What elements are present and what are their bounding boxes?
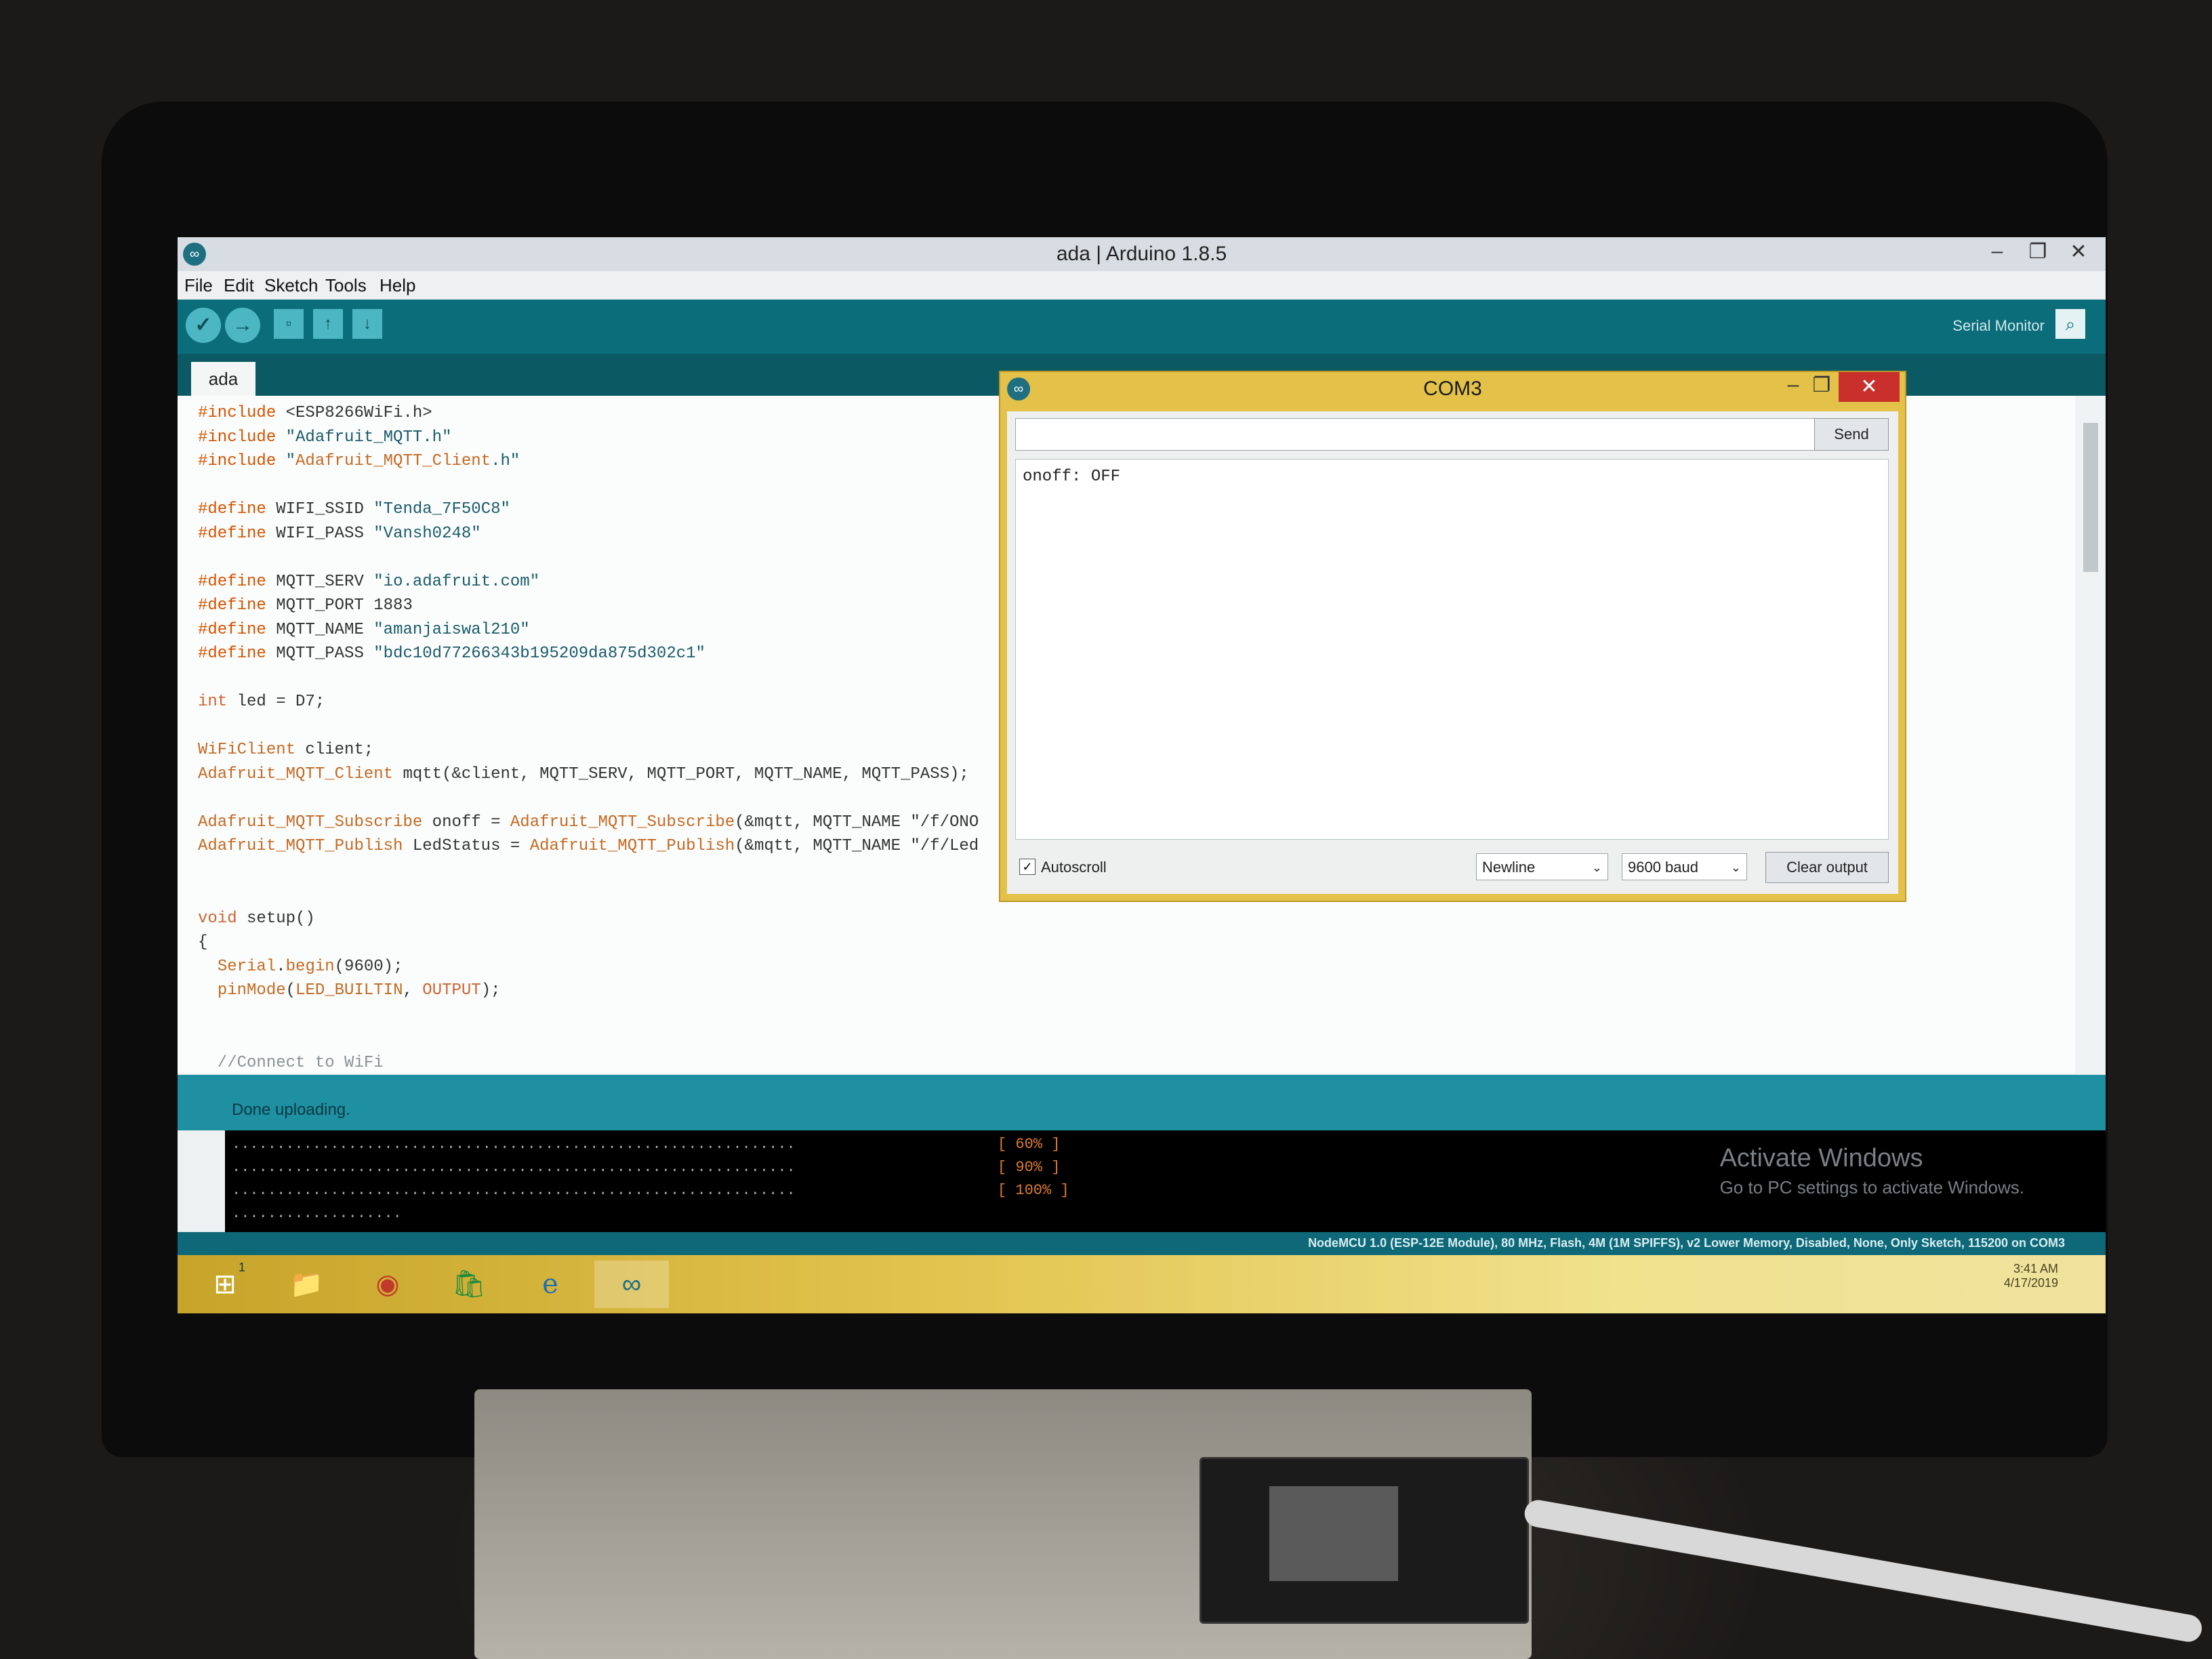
code-line: #define WIFI_SSID "Tenda_7F50C8"	[198, 500, 510, 518]
activate-title: Activate Windows	[1719, 1144, 1923, 1172]
esp-chip	[1269, 1486, 1398, 1581]
minimize-button[interactable]: –	[1977, 240, 2018, 263]
code-text[interactable]: #include <ESP8266WiFi.h> #include "Adafru…	[198, 401, 979, 1099]
code-line: Serial.begin(9600);	[217, 957, 403, 976]
code-line: #include "Adafruit_MQTT_Client.h"	[198, 452, 520, 470]
code-line: void setup()	[198, 909, 315, 928]
baud-rate-value: 9600 baud	[1628, 859, 1698, 876]
code-line: #define MQTT_PORT 1883	[198, 596, 413, 615]
tab-ada[interactable]: ada	[191, 362, 255, 396]
serial-output-text: onoff: OFF	[1023, 468, 1121, 486]
serial-output[interactable]: onoff: OFF	[1015, 459, 1889, 840]
editor-scrollbar[interactable]	[2075, 396, 2106, 1073]
menu-sketch[interactable]: Sketch	[264, 275, 319, 296]
console-progress: [ 90% ]	[998, 1159, 1061, 1176]
console-progress: [ 100% ]	[998, 1182, 1069, 1199]
serial-monitor-body: Send onoff: OFF ✓ Autoscroll Newline ⌄ 9…	[1007, 411, 1898, 894]
upload-icon[interactable]: →	[225, 308, 260, 343]
activate-windows-watermark: Activate Windows Go to PC settings to ac…	[1720, 1144, 2024, 1198]
serial-input[interactable]	[1015, 418, 1824, 451]
serial-monitor-title: COM3	[1423, 377, 1482, 400]
autoscroll-label: Autoscroll	[1041, 859, 1107, 876]
serial-monitor-label: Serial Monitor	[1952, 317, 2045, 334]
chrome-icon[interactable]: ◉	[350, 1261, 425, 1308]
board-info: NodeMCU 1.0 (ESP-12E Module), 80 MHz, Fl…	[1308, 1236, 2065, 1250]
clear-output-button[interactable]: Clear output	[1765, 852, 1889, 883]
serial-monitor-window: ∞ COM3 – ❐ ✕ Send onoff: OFF ✓ Autoscrol…	[999, 371, 1906, 902]
code-line: #define MQTT_NAME "amanjaiswal210"	[198, 620, 530, 639]
console-output: ........................................…	[225, 1130, 2106, 1232]
code-line: Adafruit_MQTT_Client mqtt(&client, MQTT_…	[198, 764, 969, 783]
menu-help[interactable]: Help	[380, 275, 415, 296]
console-dots: ........................................…	[232, 1136, 796, 1153]
code-line: #define MQTT_PASS "bdc10d77266343b195209…	[198, 644, 705, 663]
file-explorer-icon[interactable]: 📁	[269, 1261, 344, 1308]
system-clock[interactable]: 3:41 AM 4/17/2019	[2004, 1262, 2058, 1290]
activate-subtitle: Go to PC settings to activate Windows.	[1719, 1177, 2024, 1197]
close-button[interactable]: ✕	[2058, 240, 2099, 264]
menu-tools[interactable]: Tools	[325, 275, 367, 296]
serial-close-button[interactable]: ✕	[1839, 372, 1900, 402]
open-sketch-icon[interactable]: ↑	[313, 309, 343, 339]
code-line: #include <ESP8266WiFi.h>	[198, 404, 432, 422]
menu-file[interactable]: File	[184, 275, 213, 296]
new-sketch-icon[interactable]: ▫	[274, 309, 304, 339]
code-line: int led = D7;	[198, 693, 325, 711]
window-title: ada | Arduino 1.8.5	[1056, 243, 1227, 265]
status-bar: Done uploading.	[178, 1075, 2106, 1130]
code-line: WiFiClient client;	[198, 741, 374, 759]
send-button[interactable]: Send	[1814, 418, 1889, 451]
verify-icon[interactable]: ✓	[186, 308, 221, 343]
save-sketch-icon[interactable]: ↓	[352, 309, 382, 339]
internet-explorer-icon[interactable]: e	[513, 1261, 588, 1308]
line-number: 1	[239, 1261, 246, 1274]
code-line: #define MQTT_SERV "io.adafruit.com"	[198, 572, 540, 591]
store-icon[interactable]: 🛍	[432, 1261, 506, 1308]
editor-scrollbar-thumb[interactable]	[2083, 423, 2098, 572]
laptop-screen: ∞ ada | Arduino 1.8.5 – ❐ ✕ File Edit Sk…	[178, 237, 2106, 1313]
nodemcu-board	[1200, 1457, 1529, 1624]
serial-footer: ✓ Autoscroll Newline ⌄ 9600 baud ⌄ Clear…	[1015, 851, 1889, 883]
code-line: //Connect to WiFi	[198, 1053, 384, 1072]
console-progress: [ 60% ]	[998, 1136, 1061, 1153]
board-info-bar: NodeMCU 1.0 (ESP-12E Module), 80 MHz, Fl…	[178, 1232, 2106, 1255]
chevron-down-icon: ⌄	[1730, 861, 1741, 874]
line-ending-select[interactable]: Newline ⌄	[1476, 853, 1608, 880]
start-icon[interactable]: ⊞	[188, 1261, 262, 1308]
code-line: #define WIFI_PASS "Vansh0248"	[198, 524, 481, 543]
toolbar: ✓ → ▫ ↑ ↓ Serial Monitor ⌕	[178, 300, 2106, 354]
chevron-down-icon: ⌄	[1591, 861, 1602, 874]
maximize-button[interactable]: ❐	[2018, 240, 2058, 264]
baud-rate-select[interactable]: 9600 baud ⌄	[1622, 853, 1747, 880]
taskbar: ⊞ 📁 ◉ 🛍 e ∞ 3:41 AM 4/17/2019	[178, 1255, 2106, 1313]
console-dots: ...................	[232, 1205, 402, 1222]
status-message: Done uploading.	[232, 1101, 350, 1119]
code-line: Adafruit_MQTT_Subscribe onoff = Adafruit…	[198, 813, 979, 832]
code-line: #include "Adafruit_MQTT.h"	[198, 428, 452, 447]
menu-edit[interactable]: Edit	[224, 275, 254, 296]
console-dots: ........................................…	[232, 1159, 796, 1176]
clock-time: 3:41 AM	[2013, 1262, 2058, 1275]
serial-monitor-icon[interactable]: ⌕	[2055, 309, 2085, 339]
menu-bar: File Edit Sketch Tools Help	[178, 271, 2106, 300]
line-ending-value: Newline	[1482, 859, 1536, 876]
code-line: Adafruit_MQTT_Publish LedStatus = Adafru…	[198, 837, 979, 855]
code-line: {	[198, 933, 208, 951]
clock-date: 4/17/2019	[2003, 1276, 2058, 1290]
arduino-taskbar-icon[interactable]: ∞	[594, 1261, 669, 1308]
autoscroll-checkbox[interactable]: ✓	[1019, 859, 1036, 875]
code-line: pinMode(LED_BUILTIN, OUTPUT);	[217, 981, 501, 1000]
console-dots: ........................................…	[232, 1182, 796, 1199]
serial-maximize-button[interactable]: ❐	[1805, 373, 1839, 397]
window-titlebar: ∞ ada | Arduino 1.8.5 – ❐ ✕	[178, 237, 2106, 271]
